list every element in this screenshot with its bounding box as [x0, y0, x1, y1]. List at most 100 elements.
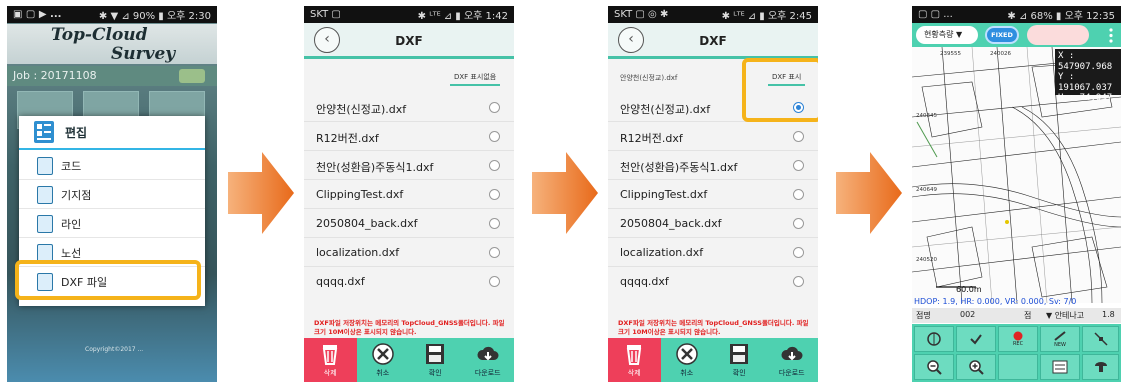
file-row[interactable]: ClippingTest.dxf	[304, 180, 514, 209]
zoom-extent-button[interactable]	[914, 326, 954, 352]
radio-button[interactable]	[793, 160, 804, 171]
file-row[interactable]: ClippingTest.dxf	[608, 180, 818, 209]
list-button[interactable]	[1040, 354, 1080, 380]
radio-button[interactable]	[489, 218, 500, 229]
file-name: localization.dxf	[316, 246, 400, 259]
chevron-left-icon: ‹	[628, 31, 634, 47]
job-button[interactable]	[179, 69, 205, 83]
download-button[interactable]: 다운로드	[766, 338, 819, 382]
control-buttons: REC NEW	[912, 324, 1121, 382]
copyright-text: Copyright©2017 ...	[85, 346, 144, 353]
menu-item-label: 기지점	[61, 188, 92, 202]
zoom-in-button[interactable]	[956, 354, 996, 380]
menu-header: 편집	[19, 116, 205, 150]
file-row[interactable]: 2050804_back.dxf	[608, 209, 818, 238]
screen-dxf-list: SKT ▢ ✱ ᴸᵀᴱ ⊿ ▮ 오후 1:42 DXF ‹ DXF 표시없음 안…	[304, 6, 514, 382]
empty-button[interactable]	[998, 354, 1038, 380]
radio-button[interactable]	[489, 247, 500, 258]
gnss-receiver-button[interactable]	[1082, 354, 1119, 380]
grid-label: 240026	[990, 51, 1011, 57]
arrow-right-icon	[228, 152, 294, 234]
grid-label: 240345	[916, 113, 937, 119]
menu-header-label: 편집	[65, 125, 88, 140]
file-row[interactable]: 2050804_back.dxf	[304, 209, 514, 238]
file-row[interactable]: 천안(성환읍)주동식1.dxf	[608, 151, 818, 180]
more-options-icon[interactable]	[1108, 28, 1114, 43]
trash-icon	[323, 345, 338, 365]
dxf-display-toggle[interactable]: DXF 표시없음	[450, 70, 501, 86]
confirm-point-button[interactable]	[956, 326, 996, 352]
toolbar-label: 취소	[680, 369, 694, 377]
menu-item-line[interactable]: 라인	[19, 210, 205, 238]
status-right: ✱ ⊿ 68% ▮ 오후 12:35	[1007, 11, 1115, 22]
point-name-label: 점명	[916, 311, 931, 320]
close-circle-icon	[372, 343, 394, 365]
radio-button[interactable]	[793, 189, 804, 200]
app-bar: DXF ‹	[608, 23, 818, 59]
radio-button[interactable]	[489, 131, 500, 142]
menu-item-code[interactable]: 코드	[19, 152, 205, 180]
tutorial-strip: ▣ ▢ ▶ ... ✱ ▼ ⊿ 90% ▮ 오후 2:30 Top-Cloud …	[0, 0, 1121, 382]
cancel-button[interactable]: 취소	[661, 338, 714, 382]
survey-mode-select[interactable]: 현황측량 ▼	[916, 26, 978, 44]
back-button[interactable]: ‹	[314, 27, 340, 53]
file-name: R12버전.dxf	[620, 132, 683, 145]
logo-line-2: Survey	[111, 44, 176, 64]
record-button[interactable]: REC	[998, 326, 1038, 352]
file-name: 2050804_back.dxf	[620, 217, 722, 230]
cancel-button[interactable]: 취소	[357, 338, 410, 382]
file-row[interactable]: localization.dxf	[304, 238, 514, 267]
file-row[interactable]: qqqq.dxf	[608, 267, 818, 296]
confirm-button[interactable]: 확인	[409, 338, 462, 382]
toolbar-label: 취소	[376, 369, 390, 377]
code-icon	[37, 156, 53, 175]
menu-item-label: 라인	[61, 217, 82, 231]
screen-main-menu: ▣ ▢ ▶ ... ✱ ▼ ⊿ 90% ▮ 오후 2:30 Top-Cloud …	[7, 6, 217, 382]
grid-label: 239555	[940, 51, 961, 57]
file-row[interactable]: 안양천(신정교).dxf	[304, 93, 514, 122]
radio-button[interactable]	[489, 189, 500, 200]
coord-h: H : 74.947	[1058, 93, 1113, 103]
file-row[interactable]: R12버전.dxf	[304, 122, 514, 151]
radio-button[interactable]	[793, 247, 804, 258]
map-tools[interactable]	[1027, 25, 1089, 45]
base-point-icon	[37, 185, 53, 204]
save-icon	[426, 344, 445, 364]
delete-button[interactable]: 삭제	[608, 338, 661, 382]
menu-item-label: 코드	[61, 159, 82, 173]
download-button[interactable]: 다운로드	[462, 338, 515, 382]
point-name-value[interactable]: 002	[960, 310, 975, 319]
back-button[interactable]: ‹	[618, 27, 644, 53]
cloud-download-icon	[781, 346, 803, 361]
radio-button[interactable]	[793, 276, 804, 287]
file-row[interactable]: qqqq.dxf	[304, 267, 514, 296]
delete-button[interactable]: 삭제	[304, 338, 357, 382]
status-left: ▢ ▢ ...	[918, 9, 953, 20]
radio-button[interactable]	[489, 276, 500, 287]
cloud-download-icon	[477, 346, 499, 361]
fix-status-badge: FIXED	[985, 26, 1019, 44]
status-bar: ▢ ▢ ... ✱ ⊿ 68% ▮ 오후 12:35	[912, 6, 1121, 23]
gnss-status-text: HDOP: 1.9, HR: 0.000, VR: 0.000, Sv: 7/0	[914, 297, 1077, 306]
satellite-button[interactable]	[1082, 326, 1119, 352]
confirm-button[interactable]: 확인	[713, 338, 766, 382]
antenna-height-value[interactable]: 1.8	[1102, 310, 1115, 319]
file-row[interactable]: R12버전.dxf	[608, 122, 818, 151]
trash-icon	[627, 345, 642, 365]
radio-button[interactable]	[489, 102, 500, 113]
toolbar-label: 삭제	[627, 369, 641, 377]
highlight-box	[742, 58, 818, 122]
file-row[interactable]: localization.dxf	[608, 238, 818, 267]
new-point-button[interactable]: NEW	[1040, 326, 1080, 352]
zoom-out-button[interactable]	[914, 354, 954, 380]
radio-button[interactable]	[489, 160, 500, 171]
radio-button[interactable]	[793, 218, 804, 229]
coord-y: Y : 191067.037	[1058, 72, 1113, 93]
radio-button[interactable]	[793, 131, 804, 142]
screen-dxf-selected: SKT ▢ ◎ ✱ ✱ ᴸᵀᴱ ⊿ ▮ 오후 2:45 DXF ‹ 안양천(신정…	[608, 6, 818, 382]
file-name: 안양천(신정교).dxf	[316, 103, 407, 116]
file-row[interactable]: 천안(성환읍)주동식1.dxf	[304, 151, 514, 180]
antenna-height-label[interactable]: ▼ 안테나고	[1046, 310, 1084, 321]
menu-item-base-point[interactable]: 기지점	[19, 181, 205, 209]
save-icon	[730, 344, 749, 364]
